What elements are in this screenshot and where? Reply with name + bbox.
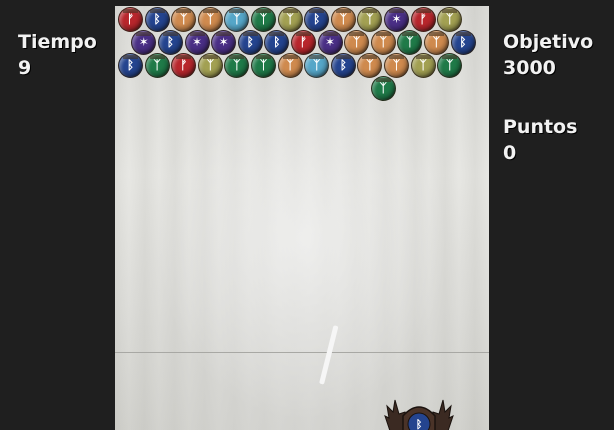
olive-bubble: ᛉ — [410, 53, 436, 78]
purple-bubble: ✶ — [131, 30, 157, 55]
green-bubble: ᛉ — [251, 7, 276, 32]
red-bubble: ᚠ — [410, 7, 436, 32]
olive-bubble: ᛉ — [437, 7, 463, 32]
lightblue-bubble: ᛉ — [304, 53, 330, 78]
game-board[interactable]: ᚠ ᛒ ᛉ ᛉ ᛉ ᛉ ᛉ ᛒ ᛉ ᛉ ✶ ᚠ ᛉ ✶ ᛒ ✶ ✶ ᛒ ᛒ ᚠ ✶ ᛉ ᛉ ᛉ ᛉ ᛒ ᛒ ᛉ ᚠ ᛉ ᛉ ᛉ ᛉ ᛉ ᛒ ᛉ ᛉ ᛉ ᛉ ᛉ… — [115, 6, 489, 430]
blue-bubble: ᛒ — [330, 53, 356, 78]
olive-bubble: ᛉ — [197, 53, 223, 78]
blue-bubble: ᛒ — [237, 30, 263, 55]
blue-bubble: ᛒ — [157, 30, 183, 55]
green-bubble: ᛉ — [397, 30, 423, 55]
orange-bubble: ᛉ — [330, 7, 356, 32]
orange-bubble: ᛉ — [384, 53, 409, 78]
goal-value: 3000 — [503, 57, 556, 79]
lightblue-bubble: ᛉ — [224, 7, 250, 32]
aim-line — [319, 325, 339, 385]
orange-bubble: ᛉ — [370, 30, 396, 55]
goal-label: Objetivo — [503, 31, 594, 53]
red-bubble: ᚠ — [290, 30, 316, 55]
blue-bubble: ᛒ — [450, 30, 476, 55]
green-bubble: ᛉ — [224, 53, 250, 78]
red-bubble: ᚠ — [171, 53, 197, 78]
orange-bubble: ᛉ — [344, 30, 370, 55]
green-bubble: ᛉ — [251, 53, 276, 78]
green-bubble: ᛉ — [370, 76, 396, 101]
blue-bubble: ᛒ — [264, 30, 290, 55]
bubble-launcher[interactable]: ᛒ — [381, 386, 457, 430]
time-label: Tiempo — [18, 31, 97, 53]
green-bubble: ᛉ — [144, 53, 170, 78]
purple-bubble: ✶ — [384, 7, 409, 32]
orange-bubble: ᛉ — [277, 53, 303, 78]
red-bubble: ᚠ — [118, 7, 143, 32]
score-label: Puntos — [503, 116, 578, 138]
score-value: 0 — [503, 142, 517, 164]
blue-bubble: ᛒ — [144, 7, 170, 32]
time-value: 9 — [18, 57, 32, 79]
blue-bubble: ᛒ — [118, 53, 143, 78]
deadline-line — [115, 352, 489, 353]
orange-bubble: ᛉ — [357, 53, 383, 78]
purple-bubble: ✶ — [184, 30, 210, 55]
orange-bubble: ᛉ — [197, 7, 223, 32]
olive-bubble: ᛉ — [277, 7, 303, 32]
olive-bubble: ᛉ — [357, 7, 383, 32]
orange-bubble: ᛉ — [171, 7, 197, 32]
purple-bubble: ✶ — [317, 30, 343, 55]
loaded-bubble-symbol: ᛒ — [416, 418, 423, 430]
blue-bubble: ᛒ — [304, 7, 330, 32]
purple-bubble: ✶ — [211, 30, 237, 55]
green-bubble: ᛉ — [437, 53, 463, 78]
orange-bubble: ᛉ — [423, 30, 449, 55]
